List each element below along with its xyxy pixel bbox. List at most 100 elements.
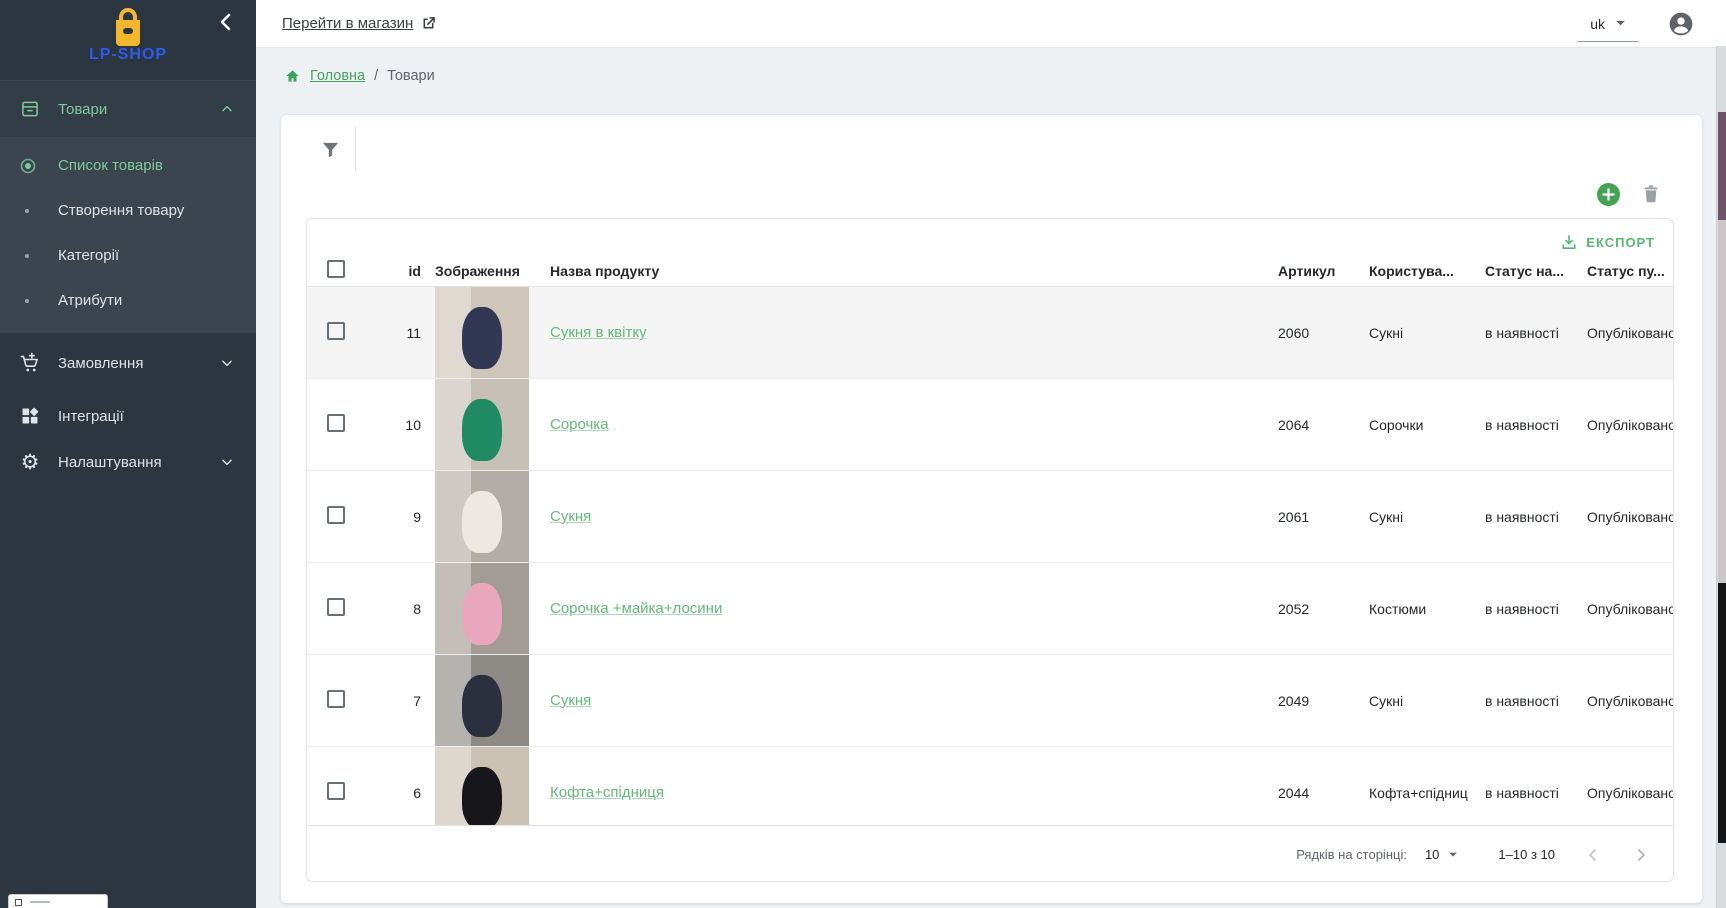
- row-sku: 2049: [1264, 693, 1355, 709]
- row-checkbox[interactable]: [327, 506, 345, 524]
- product-image[interactable]: [435, 379, 529, 470]
- product-image[interactable]: [435, 655, 529, 746]
- overlay-dash: [30, 901, 50, 903]
- sidebar-item-product-list[interactable]: Список товарів: [0, 143, 256, 188]
- chevron-up-icon: [220, 102, 234, 116]
- sidebar-item-label: Категорії: [58, 247, 119, 264]
- row-stock-status: в наявності: [1471, 417, 1573, 433]
- row-id: 10: [363, 417, 421, 433]
- row-stock-status: в наявності: [1471, 785, 1573, 801]
- row-publish-status: Опубліковано: [1573, 693, 1673, 709]
- header-stock-status: Статус на...: [1471, 263, 1573, 279]
- table-row[interactable]: 6 Кофта+спідниця 2044 Кофта+спідниц в на…: [307, 747, 1673, 825]
- caret-down-icon: [1615, 20, 1626, 27]
- row-category: Сорочки: [1355, 417, 1471, 433]
- rows-per-page-select[interactable]: 10: [1425, 847, 1458, 862]
- header-id: id: [363, 263, 421, 279]
- filter-divider: [355, 127, 356, 171]
- gear-icon: ⚙: [19, 451, 41, 473]
- table-row[interactable]: 8 Сорочка +майка+лосини 2052 Костюми в н…: [307, 563, 1673, 655]
- account-icon[interactable]: [1668, 11, 1694, 37]
- product-image[interactable]: [435, 563, 529, 654]
- row-sku: 2044: [1264, 785, 1355, 801]
- bottom-left-overlay[interactable]: [8, 894, 108, 908]
- sidebar-item-categories[interactable]: Категорії: [0, 233, 256, 278]
- edge-segment: [1718, 220, 1726, 583]
- row-id: 11: [363, 325, 421, 341]
- product-image[interactable]: [435, 287, 529, 378]
- logo[interactable]: LP-SHOP: [0, 0, 256, 80]
- sidebar-item-label: Товари: [58, 101, 107, 118]
- table-header-row: id Зображення Назва продукту Артикул Кор…: [307, 255, 1673, 287]
- breadcrumb-current: Товари: [387, 68, 435, 84]
- product-link[interactable]: Кофта+спідниця: [550, 784, 664, 801]
- product-image[interactable]: [435, 747, 529, 825]
- filter-button[interactable]: [317, 137, 343, 163]
- pagination-range: 1–10 з 10: [1498, 847, 1555, 862]
- language-value: uk: [1590, 16, 1605, 32]
- sidebar-item-label: Інтеграції: [58, 408, 124, 425]
- download-icon: [1561, 234, 1577, 250]
- row-category: Сукні: [1355, 509, 1471, 525]
- sidebar-item-label: Налаштування: [58, 454, 162, 471]
- row-category: Костюми: [1355, 601, 1471, 617]
- product-link[interactable]: Сорочка: [550, 416, 609, 433]
- pagination-next-icon[interactable]: [1631, 845, 1651, 865]
- products-table-card: ЕКСПОРТ id Зображення Назва продукту Арт…: [306, 218, 1674, 882]
- chevron-down-icon: [220, 356, 234, 370]
- row-id: 8: [363, 601, 421, 617]
- topbar: Перейти в магазин uk: [256, 0, 1726, 48]
- sidebar-item-products[interactable]: Товари: [0, 81, 256, 137]
- product-image[interactable]: [435, 471, 529, 562]
- delete-selected-button[interactable]: [1640, 182, 1662, 206]
- row-checkbox[interactable]: [327, 598, 345, 616]
- sidebar-item-attributes[interactable]: Атрибути: [0, 278, 256, 323]
- row-publish-status: Опубліковано: [1573, 417, 1673, 433]
- select-all-checkbox[interactable]: [327, 260, 345, 278]
- table-row[interactable]: 10 Сорочка 2064 Сорочки в наявності Опуб…: [307, 379, 1673, 471]
- row-publish-status: Опубліковано: [1573, 509, 1673, 525]
- sidebar-item-label: Атрибути: [58, 292, 122, 309]
- row-id: 7: [363, 693, 421, 709]
- row-checkbox[interactable]: [327, 322, 345, 340]
- caret-down-icon: [1448, 852, 1458, 858]
- table-row[interactable]: 7 Сукня 2049 Сукні в наявності Опубліков…: [307, 655, 1673, 747]
- row-sku: 2060: [1264, 325, 1355, 341]
- content-card: ЕКСПОРТ id Зображення Назва продукту Арт…: [281, 115, 1702, 903]
- row-category: Кофта+спідниц: [1355, 785, 1471, 801]
- edge-segment: [1718, 583, 1726, 843]
- sidebar: LP-SHOP Товари: [0, 0, 256, 908]
- export-label: ЕКСПОРТ: [1586, 235, 1655, 250]
- filter-funnel-icon: [322, 141, 339, 159]
- row-checkbox[interactable]: [327, 414, 345, 432]
- add-product-button[interactable]: [1597, 183, 1620, 206]
- sidebar-item-create-product[interactable]: Створення товару: [0, 188, 256, 233]
- sidebar-item-settings[interactable]: ⚙ Налаштування: [0, 439, 256, 485]
- sidebar-item-orders[interactable]: Замовлення: [0, 333, 256, 393]
- sidebar-item-integrations[interactable]: Інтеграції: [0, 393, 256, 439]
- home-icon: [284, 68, 301, 84]
- export-button[interactable]: ЕКСПОРТ: [1561, 234, 1655, 250]
- admin-app: LP-SHOP Товари: [0, 0, 1726, 908]
- row-checkbox[interactable]: [327, 690, 345, 708]
- header-name: Назва продукту: [536, 263, 1264, 279]
- table-row[interactable]: 9 Сукня 2061 Сукні в наявності Опубліков…: [307, 471, 1673, 563]
- language-select[interactable]: uk: [1578, 12, 1638, 42]
- row-category: Сукні: [1355, 325, 1471, 341]
- product-link[interactable]: Сукня: [550, 692, 591, 709]
- go-to-shop-label: Перейти в магазин: [282, 15, 413, 32]
- sidebar-collapse-icon[interactable]: [214, 10, 238, 34]
- row-sku: 2064: [1264, 417, 1355, 433]
- product-link[interactable]: Сукня в квітку: [550, 324, 647, 341]
- row-sku: 2061: [1264, 509, 1355, 525]
- breadcrumb-home-link[interactable]: Головна: [310, 68, 365, 84]
- row-checkbox[interactable]: [327, 782, 345, 800]
- table-row[interactable]: 11 Сукня в квітку 2060 Сукні в наявності…: [307, 287, 1673, 379]
- sidebar-item-label: Список товарів: [58, 157, 163, 174]
- product-link[interactable]: Сорочка +майка+лосини: [550, 600, 722, 617]
- pagination-prev-icon[interactable]: [1583, 845, 1603, 865]
- row-category: Сукні: [1355, 693, 1471, 709]
- go-to-shop-link[interactable]: Перейти в магазин: [282, 15, 437, 32]
- row-stock-status: в наявності: [1471, 509, 1573, 525]
- product-link[interactable]: Сукня: [550, 508, 591, 525]
